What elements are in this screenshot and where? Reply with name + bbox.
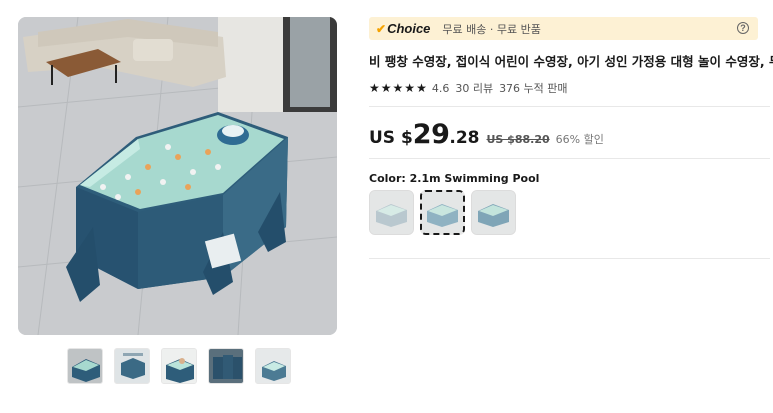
thumbnail-strip: [67, 348, 291, 384]
sold-count: 376 누적 판매: [499, 82, 568, 95]
star-icon: ★: [380, 81, 392, 95]
divider: [369, 158, 770, 159]
choice-logo: ✔ Choice: [376, 21, 430, 36]
price-fraction: .28: [449, 128, 480, 148]
rating-score: 4.6: [431, 81, 450, 95]
thumbnail-1[interactable]: [67, 348, 103, 384]
divider: [369, 258, 770, 259]
star-icon: ★: [392, 81, 404, 95]
original-price: US $88.20: [486, 133, 550, 146]
price-whole: 29: [412, 119, 450, 150]
star-icon: ★: [404, 81, 416, 95]
variant-option-1[interactable]: [369, 190, 414, 235]
free-shipping-text: 무료 배송 · 무료 반품: [442, 22, 541, 36]
color-variants: [369, 190, 516, 235]
thumbnail-5[interactable]: [255, 348, 291, 384]
price-currency: US $: [369, 128, 413, 148]
review-count[interactable]: 30 리뷰: [455, 80, 493, 96]
star-rating[interactable]: ★ ★ ★ ★ ★: [369, 82, 427, 94]
star-icon: ★: [416, 81, 427, 95]
choice-brand-label: Choice: [387, 21, 431, 36]
main-product-image[interactable]: [18, 17, 337, 335]
thumbnail-2[interactable]: [114, 348, 150, 384]
pool-illustration: [18, 17, 337, 335]
check-icon: ✔: [376, 21, 387, 36]
help-icon[interactable]: ?: [737, 22, 749, 34]
color-label: Color: 2.1m Swimming Pool: [369, 172, 540, 185]
variant-option-3[interactable]: [471, 190, 516, 235]
thumbnail-3[interactable]: [161, 348, 197, 384]
discount-badge: 66% 할인: [555, 133, 604, 146]
rating-row: ★ ★ ★ ★ ★ 4.6 30 리뷰 376 누적 판매: [369, 80, 568, 96]
price-row: US $ 29 .28 US $88.20 66% 할인: [369, 119, 604, 150]
variant-option-2[interactable]: [420, 190, 465, 235]
product-title: 비 팽창 수영장, 접이식 어린이 수영장, 아기 성인 가정용 대형 놀이 수…: [369, 54, 773, 69]
choice-banner: ✔ Choice 무료 배송 · 무료 반품 ?: [369, 17, 758, 40]
star-icon: ★: [369, 81, 380, 95]
thumbnail-4[interactable]: [208, 348, 244, 384]
divider: [369, 106, 770, 107]
